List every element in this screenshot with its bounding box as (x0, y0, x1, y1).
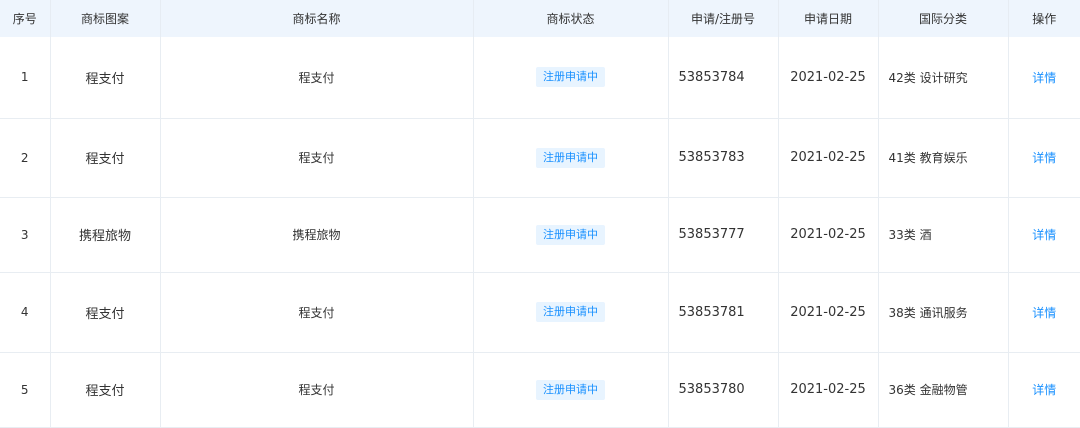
registration-number: 53853777 (668, 197, 779, 273)
detail-link[interactable]: 详情 (1032, 306, 1056, 320)
status-badge: 注册申请中 (536, 224, 605, 245)
application-date: 2021-02-25 (778, 197, 879, 273)
action-cell: 详情 (1008, 352, 1080, 428)
header-action: 操作 (1008, 0, 1080, 37)
trademark-name: 携程旅物 (160, 197, 474, 273)
table-header: 序号 商标图案 商标名称 商标状态 申请/注册号 申请日期 国际分类 操作 (0, 0, 1080, 37)
header-logo: 商标图案 (50, 0, 161, 37)
trademark-name: 程支付 (160, 118, 474, 198)
application-date: 2021-02-25 (778, 118, 879, 198)
header-row: 序号 商标图案 商标名称 商标状态 申请/注册号 申请日期 国际分类 操作 (0, 0, 1080, 37)
trademark-logo: 携程旅物 (50, 197, 161, 273)
international-class: 33类 酒 (878, 197, 1009, 273)
header-reg-no: 申请/注册号 (668, 0, 779, 37)
detail-link[interactable]: 详情 (1032, 71, 1056, 85)
registration-number: 53853781 (668, 272, 779, 353)
status-badge: 注册申请中 (536, 302, 605, 322)
header-status: 商标状态 (473, 0, 669, 37)
table-body: 1 程支付 程支付 注册申请中 53853784 2021-02-25 42类 … (0, 37, 1080, 428)
table-row: 3 携程旅物 携程旅物 注册申请中 53853777 2021-02-25 33… (0, 197, 1080, 273)
table-row: 4 程支付 程支付 注册申请中 53853781 2021-02-25 38类 … (0, 272, 1080, 353)
status-cell: 注册申请中 (473, 352, 669, 428)
row-index: 2 (0, 118, 51, 198)
status-cell: 注册申请中 (473, 272, 669, 353)
trademark-logo: 程支付 (50, 272, 161, 353)
international-class: 41类 教育娱乐 (878, 118, 1009, 198)
row-index: 4 (0, 272, 51, 353)
action-cell: 详情 (1008, 118, 1080, 198)
application-date: 2021-02-25 (778, 352, 879, 428)
trademark-name: 程支付 (160, 272, 474, 353)
detail-link[interactable]: 详情 (1032, 151, 1056, 165)
registration-number: 53853780 (668, 352, 779, 428)
table-row: 2 程支付 程支付 注册申请中 53853783 2021-02-25 41类 … (0, 118, 1080, 198)
header-index: 序号 (0, 0, 51, 37)
international-class: 42类 设计研究 (878, 37, 1009, 119)
application-date: 2021-02-25 (778, 272, 879, 353)
action-cell: 详情 (1008, 197, 1080, 273)
trademark-name: 程支付 (160, 352, 474, 428)
header-intl-class: 国际分类 (878, 0, 1009, 37)
row-index: 5 (0, 352, 51, 428)
status-cell: 注册申请中 (473, 197, 669, 273)
detail-link[interactable]: 详情 (1032, 383, 1056, 397)
status-cell: 注册申请中 (473, 37, 669, 119)
trademark-logo: 程支付 (50, 37, 161, 119)
header-name: 商标名称 (160, 0, 474, 37)
status-badge: 注册申请中 (536, 147, 605, 168)
header-date: 申请日期 (778, 0, 879, 37)
status-cell: 注册申请中 (473, 118, 669, 198)
status-badge: 注册申请中 (536, 379, 605, 400)
trademark-table: 序号 商标图案 商标名称 商标状态 申请/注册号 申请日期 国际分类 操作 1 … (0, 0, 1080, 428)
detail-link[interactable]: 详情 (1032, 228, 1056, 242)
international-class: 38类 通讯服务 (878, 272, 1009, 353)
international-class: 36类 金融物管 (878, 352, 1009, 428)
table-row: 5 程支付 程支付 注册申请中 53853780 2021-02-25 36类 … (0, 352, 1080, 428)
registration-number: 53853784 (668, 37, 779, 119)
trademark-name: 程支付 (160, 37, 474, 119)
status-badge: 注册申请中 (536, 67, 605, 88)
action-cell: 详情 (1008, 37, 1080, 119)
table-row: 1 程支付 程支付 注册申请中 53853784 2021-02-25 42类 … (0, 37, 1080, 119)
application-date: 2021-02-25 (778, 37, 879, 119)
trademark-logo: 程支付 (50, 118, 161, 198)
row-index: 3 (0, 197, 51, 273)
action-cell: 详情 (1008, 272, 1080, 353)
trademark-logo: 程支付 (50, 352, 161, 428)
registration-number: 53853783 (668, 118, 779, 198)
row-index: 1 (0, 37, 51, 119)
